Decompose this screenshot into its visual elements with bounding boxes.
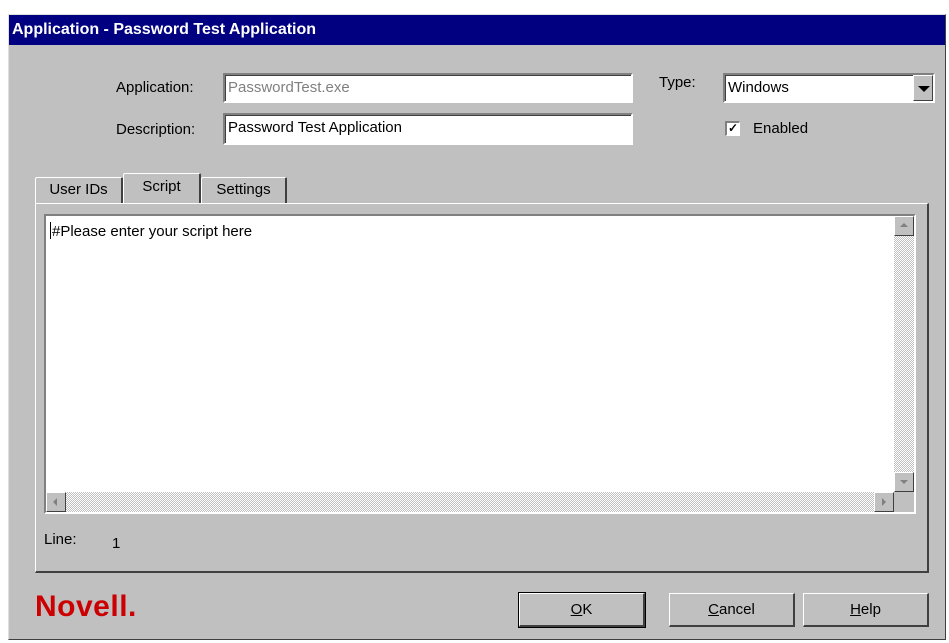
vertical-scrollbar[interactable] <box>894 216 914 492</box>
tab-settings-label: Settings <box>216 181 271 198</box>
chevron-down-icon <box>918 86 930 92</box>
type-dropdown-button[interactable] <box>913 75 933 101</box>
description-value: Password Test Application <box>228 119 402 136</box>
arrow-right-icon <box>882 498 886 506</box>
scroll-left-button[interactable] <box>46 492 66 512</box>
type-select[interactable]: Windows <box>723 73 935 103</box>
cancel-button[interactable]: Cancel <box>669 593 795 627</box>
window-title: Application - Password Test Application <box>12 21 317 38</box>
novell-logo: Novell. <box>35 590 137 623</box>
type-value: Windows <box>728 79 789 96</box>
tab-user-ids-label: User IDs <box>49 181 108 198</box>
type-label: Type: <box>659 74 696 91</box>
application-label: Application: <box>116 79 194 96</box>
arrow-up-icon <box>900 223 908 227</box>
horizontal-scrollbar[interactable] <box>46 492 894 512</box>
script-editor[interactable]: #Please enter your script here <box>44 214 916 514</box>
tab-settings[interactable]: Settings <box>201 177 287 203</box>
description-label: Description: <box>116 121 196 138</box>
line-value: 1 <box>112 535 121 552</box>
check-icon: ✓ <box>727 121 739 135</box>
enabled-label: Enabled <box>753 120 809 137</box>
cancel-mnemonic: C <box>708 600 719 618</box>
tab-script-label: Script <box>142 178 181 195</box>
arrow-down-icon <box>900 480 908 484</box>
scroll-down-button[interactable] <box>894 472 914 492</box>
help-button[interactable]: Help <box>803 593 929 627</box>
script-text[interactable]: #Please enter your script here <box>50 222 252 241</box>
cancel-label-rest: ancel <box>718 600 755 618</box>
tab-user-ids[interactable]: User IDs <box>35 177 123 203</box>
tab-script[interactable]: Script <box>123 173 201 203</box>
help-mnemonic: H <box>850 600 861 618</box>
ok-button[interactable]: OK <box>518 592 646 628</box>
description-field[interactable]: Password Test Application <box>223 113 633 145</box>
title-bar: Application - Password Test Application <box>9 15 945 45</box>
scrollbar-corner <box>894 492 914 512</box>
scroll-up-button[interactable] <box>894 216 914 236</box>
script-tab-panel: #Please enter your script here Line: 1 <box>35 203 929 573</box>
application-field[interactable]: PasswordTest.exe <box>223 73 633 103</box>
scroll-right-button[interactable] <box>874 492 894 512</box>
dialog-window: Application - Password Test Application … <box>8 14 946 640</box>
arrow-left-icon <box>53 498 57 506</box>
help-label-rest: elp <box>860 600 881 618</box>
ok-label-rest: K <box>582 600 593 618</box>
enabled-checkbox[interactable]: ✓ <box>725 121 740 136</box>
line-label: Line: <box>44 531 77 548</box>
ok-mnemonic: O <box>570 600 583 618</box>
application-value: PasswordTest.exe <box>228 79 350 96</box>
text-caret <box>50 222 51 239</box>
script-content: #Please enter your script here <box>52 223 253 240</box>
